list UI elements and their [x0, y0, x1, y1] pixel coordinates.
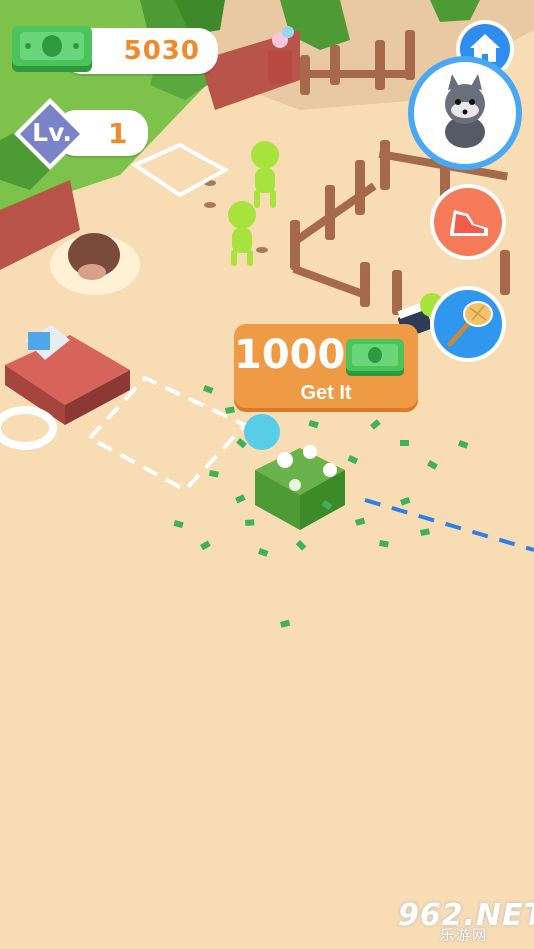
- raccoon-icon: [445, 74, 485, 148]
- cash-stack-icon: [12, 26, 92, 72]
- level-value: 1: [108, 117, 128, 150]
- money-value: 5030: [123, 36, 200, 66]
- get-it-label: Get It: [300, 382, 352, 404]
- catch-net-button[interactable]: [430, 286, 506, 362]
- sneaker-icon: [450, 210, 488, 236]
- watermark-subtext: 乐游网: [440, 928, 488, 944]
- get-reward-button[interactable]: 1000 Get It: [234, 324, 418, 408]
- player-character: [244, 414, 280, 450]
- reward-amount: 1000: [234, 332, 346, 378]
- speed-boost-button[interactable]: [430, 184, 506, 260]
- butterfly-net-icon: [447, 301, 493, 347]
- cash-stack-icon: [346, 339, 404, 376]
- animal-bubble-button[interactable]: [408, 56, 522, 170]
- level-label: Lv.: [32, 118, 72, 147]
